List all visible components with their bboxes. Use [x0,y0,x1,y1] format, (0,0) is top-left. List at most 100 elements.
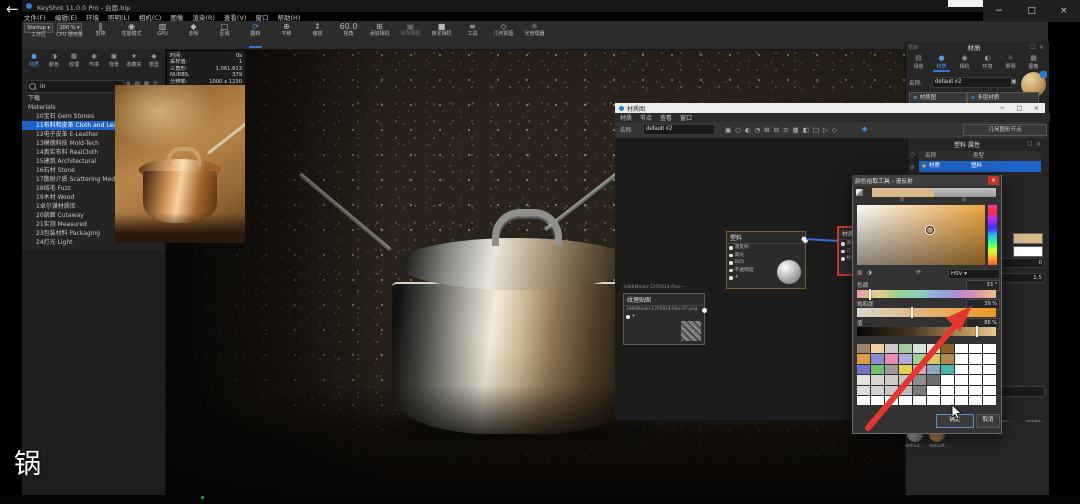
graph-tool-icon[interactable]: ◔ [755,126,761,134]
menu-item[interactable]: 帮助(H) [277,12,300,22]
library-tab[interactable]: ◑ 颜色 [44,52,64,68]
node-port[interactable] [841,257,845,261]
save-material-icon[interactable]: ▣ [1011,78,1017,85]
color-picker-close-button[interactable]: × [988,176,999,185]
toolbar-tool[interactable]: ◆ 去噪 [179,22,208,48]
minimize-button[interactable]: − [983,0,1015,22]
sv-cursor[interactable] [926,226,934,234]
toolbar-tool[interactable]: Startup ▾ 工作区 [24,22,53,48]
toolbar-tool[interactable]: ⊕ 平移 [272,22,301,48]
texture-node-plus[interactable]: + [632,313,636,321]
project-tab[interactable]: ● 材质 [930,53,953,72]
library-tab[interactable]: ● 材质 [24,52,44,68]
graph-tool-icon[interactable]: ○ [735,126,741,134]
swatch-mode-icon[interactable]: ▥ [857,270,862,276]
texture-output-port[interactable] [702,308,707,313]
graph-maximize-button[interactable]: □ [1011,104,1028,112]
panel-maximize-icon[interactable]: □ [1030,44,1039,50]
refresh-icon[interactable]: ⟳ [916,269,921,276]
toolbar-tool[interactable]: ▧ GPU [148,22,177,48]
graph-menu-item[interactable]: 材质 [620,113,632,122]
refraction-index-field[interactable]: 1.5 [1001,273,1045,283]
search-input[interactable] [38,82,112,91]
library-tab[interactable]: ◆ 模型 [144,52,164,68]
toolbar-tool[interactable]: ‖ 暂停 [86,22,115,48]
node-port[interactable] [729,261,733,265]
project-tab[interactable]: ◉ 相机 [953,53,976,70]
properties-side-icon[interactable]: ○ [910,152,915,158]
node-port[interactable] [729,268,733,272]
diffuse-color-swatch[interactable] [1013,233,1043,244]
toolbar-tool[interactable]: ☼ 光管理器 [520,22,549,48]
menu-item[interactable]: 图像 [170,12,183,22]
graph-tool-icon[interactable]: ▷ [823,126,828,134]
library-tab[interactable]: ▣ 背景 [104,52,124,68]
node-port[interactable] [729,246,733,250]
graph-name-input[interactable] [643,124,715,135]
menu-item[interactable]: 窗口 [255,12,268,22]
toolbar-tool[interactable]: ⟳ 翻转 [241,22,270,48]
material-name-input[interactable] [932,77,1012,88]
close-button[interactable]: × [1048,0,1080,22]
menu-item[interactable]: 文件(F) [24,12,46,22]
toolbar-tool[interactable]: 60.0 视角 [334,22,363,48]
node-port[interactable] [841,242,845,246]
menu-item[interactable]: 编辑(E) [55,12,77,22]
properties-side-icon[interactable]: ⊘ [910,165,915,171]
saturation-value-field[interactable] [857,205,985,265]
toolbar-tool[interactable]: ≡ 工具 [458,22,487,48]
plastic-node[interactable]: 塑料 漫反射 高光 凹凸 不透明度 + [726,231,808,289]
graph-minimize-button[interactable]: − [994,104,1011,112]
node-port[interactable] [841,249,845,253]
wheel-mode-icon[interactable]: ◑ [867,270,872,276]
panel-close-icon[interactable]: × [1039,44,1048,51]
project-tab[interactable]: ▤ 场景 [907,53,930,70]
library-content-area[interactable] [22,250,165,495]
properties-maximize-icon[interactable]: □ [1027,141,1036,147]
toolbar-tool[interactable]: ↕ 缩放 [303,22,332,48]
node-port[interactable] [729,253,733,257]
graph-tool-icon[interactable]: □ [813,126,819,134]
eyedropper-icon[interactable] [856,189,863,196]
graph-tool-icon[interactable]: ▦ [793,126,799,134]
graph-tool-icon[interactable]: ⊟ [774,126,779,134]
toolbar-tool[interactable]: ◉ 性能模式 [117,22,146,48]
project-tab[interactable]: ☼ 照明 [999,53,1022,70]
graph-tool-icon[interactable]: ≡ [783,126,788,134]
toolbar-tool[interactable]: ▣ 保存相机 [396,22,425,48]
roughness-value-field[interactable]: 0 [1001,258,1045,268]
back-arrow[interactable]: ← [6,0,19,18]
specular-color-swatch[interactable] [1013,246,1043,257]
graph-menu-item[interactable]: 节点 [640,113,652,122]
menu-item[interactable]: 照明(L) [108,12,130,22]
graph-active-tool-icon[interactable]: ◆ [862,125,867,133]
graph-tool-icon[interactable]: ◧ [803,126,809,134]
hue-strip[interactable] [988,205,997,265]
toolbar-tool[interactable]: ⊞ 添加相机 [365,22,394,48]
maximize-button[interactable]: □ [1015,0,1047,22]
color-mode-dropdown[interactable]: HSV ▾ [948,269,1000,279]
graph-tool-icon[interactable]: ◇ [832,126,837,134]
project-tab[interactable]: ▦ 图像 [1022,53,1045,70]
toolbar-tool[interactable]: ■ 锁定相机 [427,22,456,48]
material-graph-window-titlebar[interactable]: 材质图 − □ × [615,103,1045,113]
graph-tool-icon[interactable]: ▣ [725,126,731,134]
library-tab[interactable]: ★ 收藏夹 [124,52,144,68]
graph-close-button[interactable]: × [1028,104,1045,112]
graph-tool-icon[interactable]: ◐ [745,126,751,134]
menu-item[interactable]: 查看(V) [224,12,247,22]
properties-close-icon[interactable]: × [1036,141,1045,148]
toolbar-tool[interactable]: 100 % ▾ CPU 使用量 [55,22,84,48]
library-search[interactable] [26,80,124,93]
project-tab[interactable]: ◐ 环境 [976,53,999,70]
properties-selected-row[interactable]: ● 材质 塑料 [919,161,1041,172]
menu-item[interactable]: 环境 [86,12,99,22]
graph-menu-item[interactable]: 查看 [660,113,672,122]
node-port[interactable] [626,315,630,319]
node-input-row[interactable]: 漫反射 [727,244,805,252]
graph-tool-icon[interactable]: ⊞ [764,126,769,134]
texture-map-node[interactable]: 纹理贴图 3d66Model-1295814-files-07.png + [623,293,707,345]
library-tab[interactable]: ◉ 环境 [84,52,104,68]
graph-menu-item[interactable]: 窗口 [680,113,692,122]
node-input-row[interactable]: 高光 [727,252,805,260]
